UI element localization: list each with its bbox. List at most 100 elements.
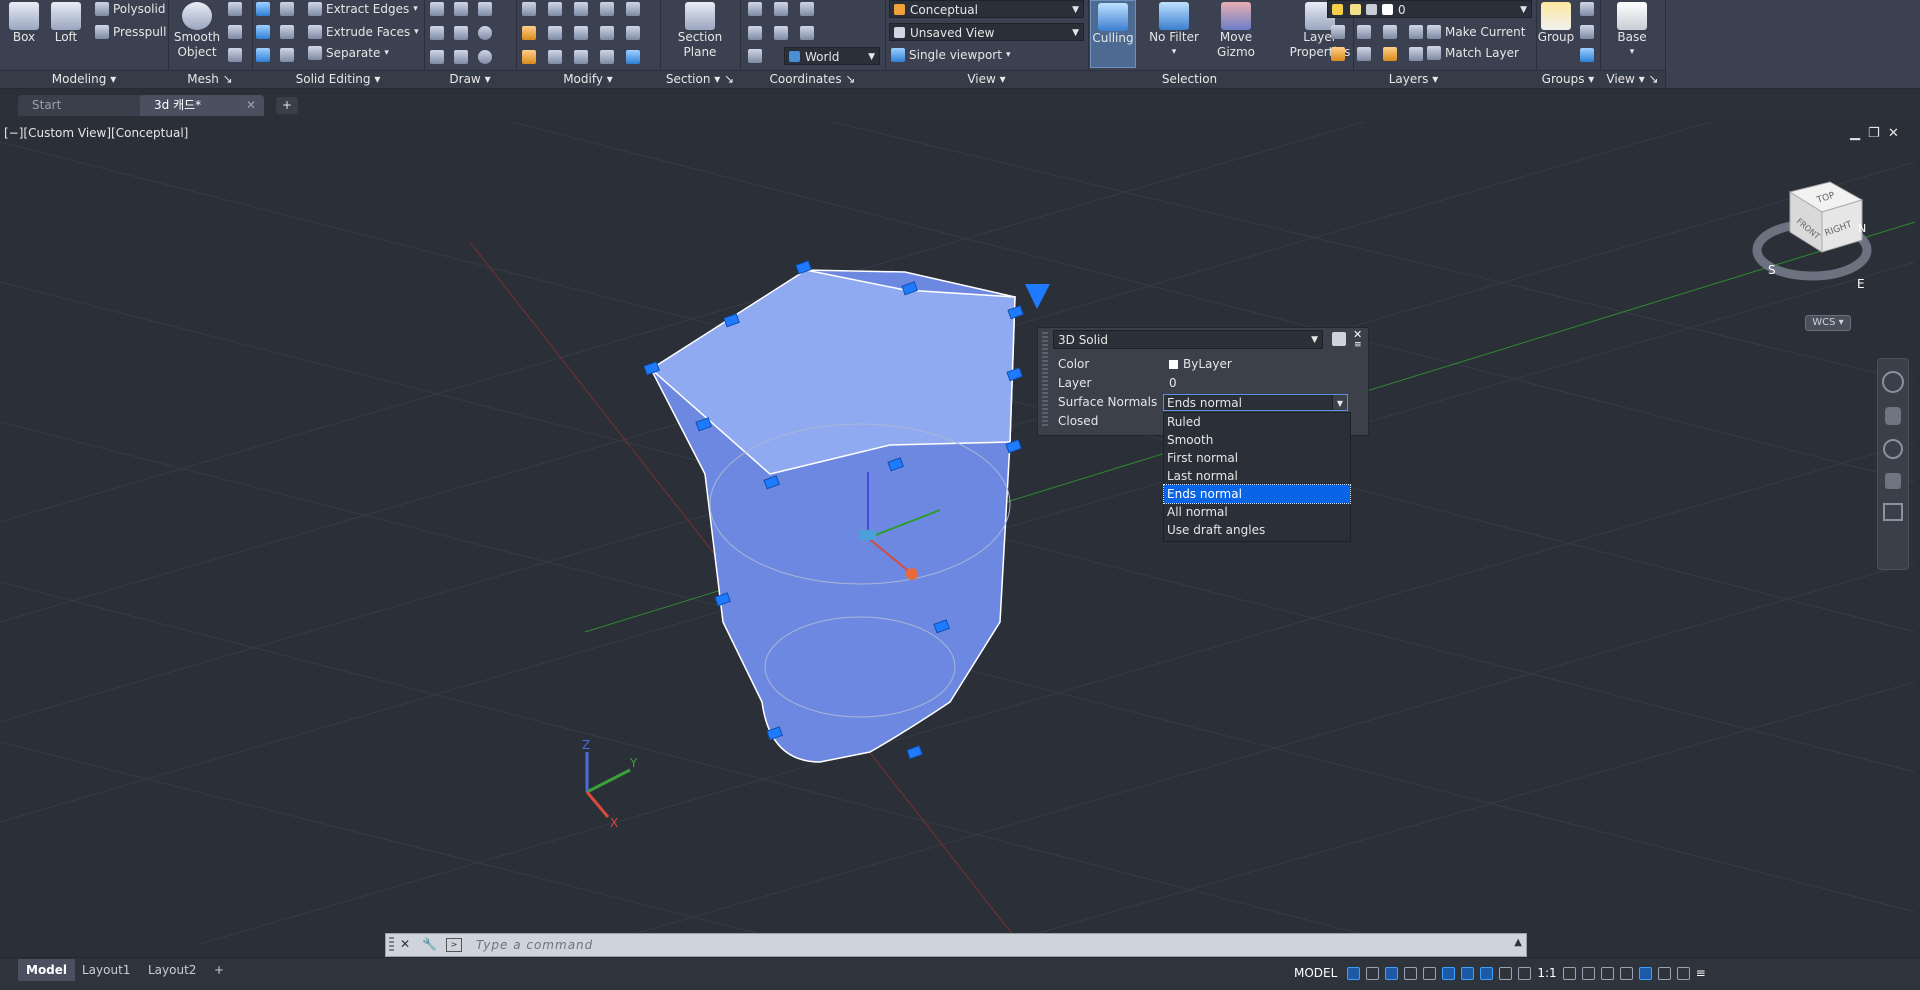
property-row-layer[interactable]: Layer 0 <box>1058 374 1348 393</box>
circle-icon[interactable] <box>478 26 492 40</box>
erase-icon[interactable] <box>522 50 536 64</box>
layer-tool-8-icon[interactable] <box>1409 47 1423 61</box>
chevron-down-icon[interactable]: ▼ <box>1332 395 1347 410</box>
auto-scale-icon[interactable] <box>1499 966 1513 980</box>
property-row-color[interactable]: Color ByLayer <box>1058 355 1348 374</box>
hardware-acceleration-icon[interactable] <box>1638 966 1652 980</box>
world-dropdown[interactable]: World ▼ <box>784 47 880 65</box>
3d-rotate-icon[interactable] <box>548 2 562 16</box>
line-icon[interactable] <box>454 26 468 40</box>
tab-start[interactable]: Start <box>18 95 156 116</box>
ucs-face-icon[interactable] <box>800 26 814 40</box>
annotation-scale-value[interactable]: 1:1 <box>1537 966 1556 980</box>
ucs-3point-icon[interactable] <box>774 26 788 40</box>
panel-label-draw[interactable]: Draw ▾ <box>424 70 516 88</box>
smooth-object-button[interactable]: Smooth Object <box>172 0 222 60</box>
ellipse-icon[interactable] <box>478 50 492 64</box>
panel-label-view[interactable]: View ▾ <box>885 70 1088 88</box>
command-history-icon[interactable]: ▲ <box>1514 937 1522 948</box>
grid-icon[interactable] <box>1347 966 1361 980</box>
ortho-icon[interactable] <box>1385 966 1399 980</box>
layer-tool-3-icon[interactable] <box>1383 25 1397 39</box>
culling-button[interactable]: Culling <box>1090 0 1136 68</box>
object-snap-icon[interactable] <box>1461 966 1475 980</box>
named-view-dropdown[interactable]: Unsaved View ▼ <box>889 23 1084 41</box>
zoom-icon[interactable] <box>1883 439 1903 459</box>
command-prompt-icon[interactable]: > <box>446 938 462 952</box>
make-current-button[interactable]: Make Current <box>1427 21 1526 43</box>
panel-label-view-base[interactable]: View ▾ ↘ <box>1600 70 1665 88</box>
ucs-z-icon[interactable] <box>748 26 762 40</box>
quick-properties-icon[interactable] <box>1619 966 1633 980</box>
mesh-tool-1-icon[interactable] <box>228 2 242 16</box>
close-icon[interactable]: ✕ <box>246 95 256 116</box>
copy-icon[interactable] <box>600 2 614 16</box>
polyline-icon[interactable] <box>430 2 444 16</box>
scale-icon[interactable] <box>600 26 614 40</box>
close-viewport-icon[interactable]: ✕ <box>1888 126 1899 141</box>
rectangle-icon[interactable] <box>454 50 468 64</box>
option-last-normal[interactable]: Last normal <box>1164 467 1350 485</box>
intersect-icon[interactable] <box>256 48 270 62</box>
navigation-bar[interactable] <box>1877 358 1909 570</box>
restore-icon[interactable]: ❐ <box>1868 126 1880 141</box>
ungroup-icon[interactable] <box>1580 25 1594 39</box>
panel-label-section[interactable]: Section ▾ ↘ <box>660 70 740 88</box>
stretch-icon[interactable] <box>574 50 588 64</box>
panel-label-groups[interactable]: Groups ▾ <box>1536 70 1600 88</box>
align-icon[interactable] <box>548 50 562 64</box>
orbit-icon[interactable] <box>1885 473 1901 489</box>
customization-menu-icon[interactable]: ≡ <box>1696 966 1706 980</box>
rotate-icon[interactable] <box>574 26 588 40</box>
layer-tool-1-icon[interactable] <box>1331 25 1345 39</box>
subtract-icon[interactable] <box>256 25 270 39</box>
tab-layout1[interactable]: Layout1 <box>74 959 138 981</box>
ucs-y-icon[interactable] <box>800 2 814 16</box>
group-select-icon[interactable] <box>1580 48 1594 62</box>
annotation-monitor-icon[interactable] <box>1581 966 1595 980</box>
viewport-controls-label[interactable]: [−][Custom View][Conceptual] <box>4 126 188 140</box>
layer-tool-4-icon[interactable] <box>1409 25 1423 39</box>
no-filter-button[interactable]: No Filter ▾ <box>1142 0 1206 60</box>
panel-label-layers[interactable]: Layers ▾ <box>1291 70 1536 88</box>
mesh-tool-2-icon[interactable] <box>228 25 242 39</box>
layer-dropdown[interactable]: 0 ▼ <box>1327 0 1532 18</box>
showmotion-icon[interactable] <box>1883 503 1903 521</box>
surface-normals-select[interactable]: Ends normal ▼ <box>1163 394 1348 411</box>
group-edit-icon[interactable] <box>1580 2 1594 16</box>
polysolid-button[interactable]: Polysolid <box>95 0 165 20</box>
command-input[interactable]: Type a command <box>476 934 593 956</box>
interfere-icon[interactable] <box>280 2 294 16</box>
array-icon[interactable] <box>600 50 614 64</box>
viewport-config-button[interactable]: Single viewport ▾ <box>891 45 1010 65</box>
visual-style-dropdown[interactable]: Conceptual ▼ <box>889 0 1084 18</box>
new-tab-button[interactable]: + <box>276 97 298 114</box>
spline-icon[interactable] <box>454 2 468 16</box>
customize-command-icon[interactable]: 🔧 <box>422 937 437 951</box>
viewport-canvas[interactable]: Z Y X TOP FRONT RIGHT S E N <box>0 122 1915 944</box>
command-grip[interactable] <box>389 937 394 951</box>
layer-tool-5-icon[interactable] <box>1331 47 1345 61</box>
annotation-visibility-icon[interactable] <box>1480 966 1494 980</box>
fillet-icon[interactable] <box>522 26 536 40</box>
slice-icon[interactable] <box>280 25 294 39</box>
units-icon[interactable] <box>1600 966 1614 980</box>
isodraft-icon[interactable] <box>1423 966 1437 980</box>
customize-icon[interactable] <box>1332 332 1346 346</box>
box-button[interactable]: Box <box>0 0 48 45</box>
trim-icon[interactable] <box>522 2 536 16</box>
wcs-badge[interactable]: WCS ▾ <box>1805 315 1851 331</box>
minimize-icon[interactable]: ▁ <box>1850 126 1860 141</box>
option-use-draft-angles[interactable]: Use draft angles <box>1164 521 1350 539</box>
move-gizmo-button[interactable]: Move Gizmo <box>1206 0 1266 60</box>
polygon-icon[interactable] <box>430 50 444 64</box>
close-command-icon[interactable]: ✕ <box>400 937 410 951</box>
layer-tool-7-icon[interactable] <box>1383 47 1397 61</box>
tab-model[interactable]: Model <box>18 959 76 981</box>
ucs-dropdown-icon[interactable] <box>748 49 762 63</box>
isolate-objects-icon[interactable] <box>1657 966 1671 980</box>
panel-label-solid-editing[interactable]: Solid Editing ▾ <box>252 70 424 88</box>
loft-button[interactable]: Loft <box>42 0 90 45</box>
panel-label-modeling[interactable]: Modeling ▾ <box>0 70 168 88</box>
workspace-gear-icon[interactable] <box>1562 966 1576 980</box>
